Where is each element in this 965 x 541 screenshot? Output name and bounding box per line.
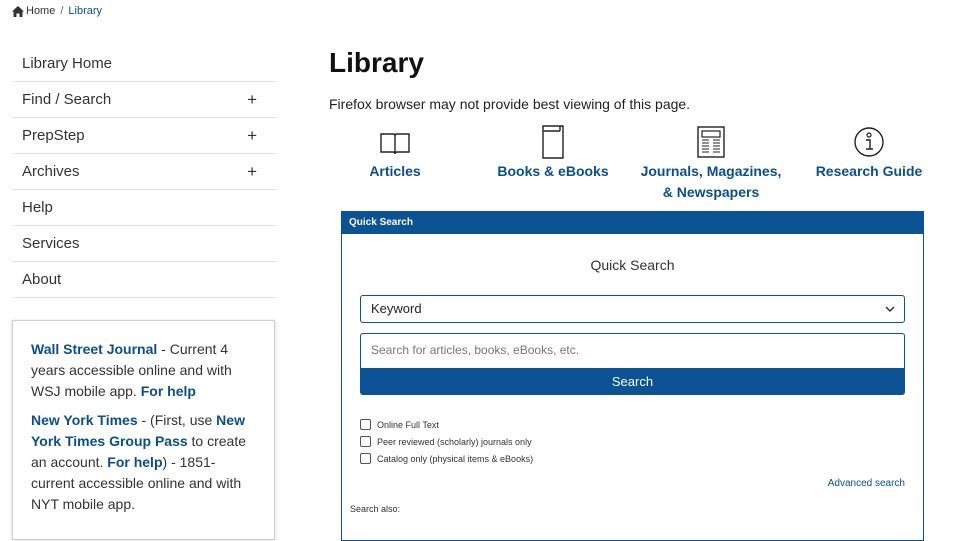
sidebar-item-archives[interactable]: Archives +: [12, 154, 277, 190]
wsj-paragraph: Wall Street Journal - Current 4 years ac…: [31, 339, 256, 402]
search-filters: Online Full Text Peer reviewed (scholarl…: [360, 416, 533, 467]
sidebar-item-label: Find / Search: [22, 91, 112, 108]
breadcrumb: Home / Library: [12, 5, 102, 17]
filter-label: Online Full Text: [377, 419, 439, 430]
category-label: Articles: [369, 163, 421, 179]
sidebar-item-services[interactable]: Services: [12, 226, 277, 262]
breadcrumb-current[interactable]: Library: [68, 5, 102, 17]
nyt-paragraph: New York Times - (First, use New York Ti…: [31, 410, 256, 515]
filter-peer-reviewed[interactable]: Peer reviewed (scholarly) journals only: [360, 433, 533, 450]
expand-plus-icon[interactable]: +: [247, 126, 257, 146]
search-type-select[interactable]: Keyword: [360, 295, 905, 323]
category-books[interactable]: Books & eBooks: [490, 125, 616, 182]
sidebar-item-label: PrepStep: [22, 127, 85, 144]
wsj-link[interactable]: Wall Street Journal: [31, 341, 157, 357]
category-label: Research Guide: [815, 163, 923, 179]
quick-search-header: Quick Search: [342, 212, 923, 234]
search-type-value: Keyword: [371, 301, 422, 316]
info-icon: [854, 127, 884, 157]
sidebar-item-prepstep[interactable]: PrepStep +: [12, 118, 277, 154]
filter-catalog-only[interactable]: Catalog only (physical items & eBooks): [360, 450, 533, 467]
expand-plus-icon[interactable]: +: [247, 90, 257, 110]
nyt-text: - (First, use: [137, 412, 217, 428]
breadcrumb-home[interactable]: Home: [26, 5, 55, 17]
browser-note: Firefox browser may not provide best vie…: [329, 96, 691, 112]
sidebar-nav: Library Home Find / Search + PrepStep + …: [12, 46, 277, 298]
home-icon[interactable]: [12, 5, 24, 17]
chevron-down-icon: [885, 296, 895, 332]
filter-label: Peer reviewed (scholarly) journals only: [377, 436, 532, 447]
checkbox[interactable]: [360, 419, 371, 430]
sidebar-item-find-search[interactable]: Find / Search +: [12, 82, 277, 118]
search-button[interactable]: Search: [360, 368, 905, 395]
book-icon: [542, 125, 564, 159]
news-access-box: Wall Street Journal - Current 4 years ac…: [12, 320, 275, 540]
nyt-help-link[interactable]: For help: [107, 454, 162, 470]
category-label: Books & eBooks: [497, 163, 609, 179]
category-links: Articles Books & eBooks Journals, Magazi…: [340, 125, 930, 205]
sidebar-item-label: Help: [22, 199, 53, 216]
quick-search-title: Quick Search: [590, 257, 675, 273]
category-articles[interactable]: Articles: [350, 125, 440, 182]
sidebar-item-label: About: [22, 271, 62, 288]
category-journals[interactable]: Journals, Magazines, & Newspapers: [640, 125, 782, 203]
sidebar-item-library-home[interactable]: Library Home: [12, 46, 277, 82]
sidebar-item-about[interactable]: About: [12, 262, 277, 298]
category-research-guide[interactable]: Research Guide: [812, 125, 926, 182]
quick-search-panel: Quick Search Quick Search Keyword Search…: [341, 211, 924, 541]
filter-label: Catalog only (physical items & eBooks): [377, 453, 534, 464]
advanced-search-link[interactable]: Advanced search: [828, 478, 905, 489]
nyt-link[interactable]: New York Times: [31, 412, 138, 428]
category-label-line2: & Newspapers: [662, 184, 760, 200]
sidebar-item-label: Library Home: [22, 55, 113, 72]
search-input[interactable]: Search for articles, books, eBooks, etc.: [360, 333, 905, 368]
sidebar-item-label: Archives: [22, 163, 80, 180]
sidebar-item-help[interactable]: Help: [12, 190, 277, 226]
breadcrumb-separator: /: [60, 5, 64, 17]
open-book-icon: [380, 133, 410, 155]
expand-plus-icon[interactable]: +: [247, 162, 257, 182]
wsj-help-link[interactable]: For help: [141, 383, 196, 399]
page-title: Library: [329, 47, 424, 78]
checkbox[interactable]: [360, 453, 371, 464]
checkbox[interactable]: [360, 436, 371, 447]
category-label: Journals, Magazines,: [640, 163, 782, 179]
newspaper-icon: [697, 126, 725, 158]
search-also-label: Search also:: [350, 504, 401, 514]
sidebar-item-label: Services: [22, 235, 80, 252]
filter-online-full-text[interactable]: Online Full Text: [360, 416, 533, 433]
